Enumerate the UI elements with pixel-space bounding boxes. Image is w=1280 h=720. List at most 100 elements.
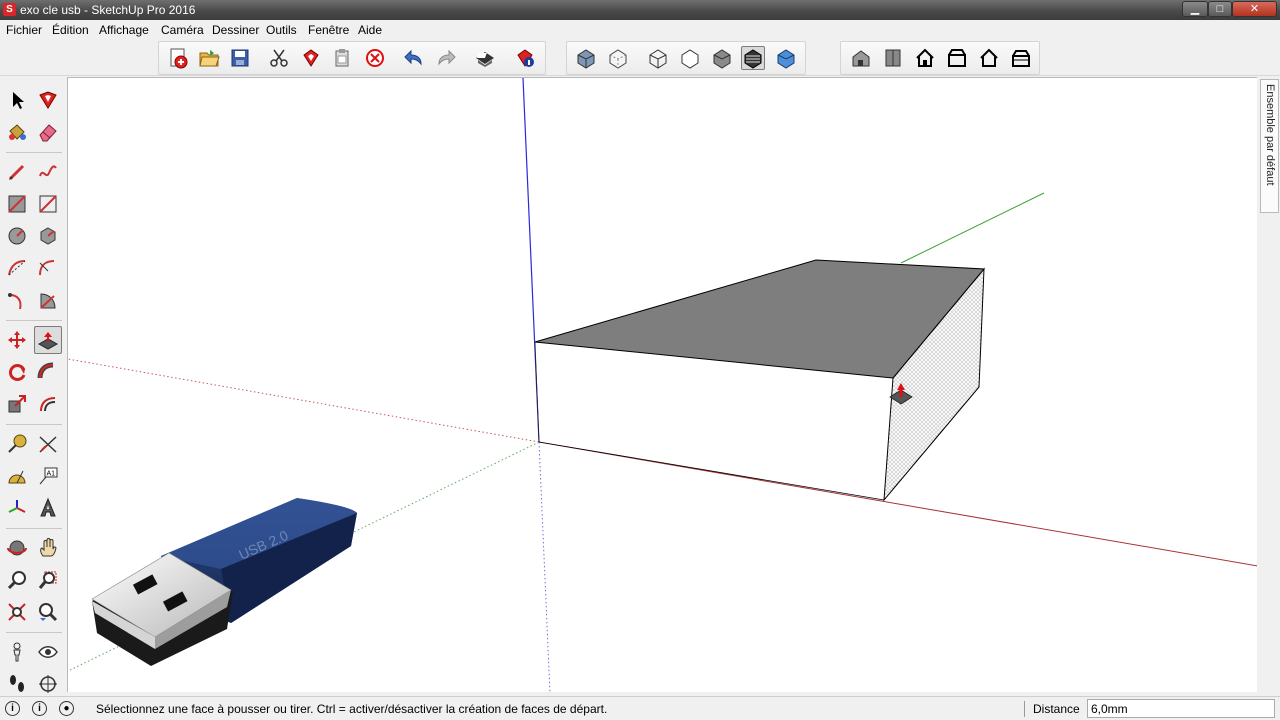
save-icon[interactable] xyxy=(228,46,252,70)
copy-icon[interactable] xyxy=(299,46,323,70)
cut-icon[interactable] xyxy=(267,46,291,70)
right-view-icon[interactable] xyxy=(945,46,969,70)
iso-view-icon[interactable] xyxy=(849,46,873,70)
red-axis-negative xyxy=(68,358,540,443)
rotated-rectangle-icon[interactable] xyxy=(34,190,62,218)
zoom-tool-icon[interactable] xyxy=(3,566,31,594)
window-title: exo cle usb - SketchUp Pro 2016 xyxy=(20,3,196,17)
xray-style-icon[interactable] xyxy=(574,46,598,70)
erase-delete-icon[interactable] xyxy=(363,46,387,70)
top-view-icon[interactable] xyxy=(881,46,905,70)
rotate-tool-icon[interactable] xyxy=(3,358,31,386)
offset-tool-icon[interactable] xyxy=(34,390,62,418)
section-plane-icon[interactable] xyxy=(34,670,62,698)
new-file-icon[interactable] xyxy=(166,46,190,70)
left-view-icon[interactable] xyxy=(1009,46,1033,70)
previous-view-icon[interactable] xyxy=(34,598,62,626)
status-bar: i i ● Sélectionnez une face à pousser ou… xyxy=(0,696,1280,720)
redo-icon[interactable] xyxy=(434,46,458,70)
menu-dessiner[interactable]: Dessiner xyxy=(212,23,259,37)
tray-tab[interactable]: Ensemble par défaut xyxy=(1260,79,1279,213)
back-edges-style-icon[interactable] xyxy=(606,46,630,70)
print-icon[interactable] xyxy=(473,46,497,70)
position-camera-icon[interactable] xyxy=(3,638,31,666)
eraser-icon[interactable] xyxy=(34,118,62,146)
rectangle-tool-icon[interactable] xyxy=(3,190,31,218)
paint-bucket-icon[interactable] xyxy=(3,118,31,146)
maximize-button[interactable]: □ xyxy=(1208,1,1232,17)
title-bar: S exo cle usb - SketchUp Pro 2016 ▁ □ ✕ xyxy=(0,0,1280,20)
minimize-button[interactable]: ▁ xyxy=(1182,1,1208,17)
arc-tool-icon[interactable] xyxy=(3,254,31,282)
measurement-label: Distance xyxy=(1033,702,1080,716)
menu-fichier[interactable]: Fichier xyxy=(6,23,42,37)
tool-separator xyxy=(6,152,62,153)
pan-tool-icon[interactable] xyxy=(34,534,62,562)
shaded-style-icon[interactable] xyxy=(710,46,734,70)
paste-icon[interactable] xyxy=(330,46,354,70)
main-toolbar xyxy=(0,40,1280,76)
tool-separator xyxy=(6,528,62,529)
3d-text-icon[interactable] xyxy=(34,494,62,522)
line-tool-icon[interactable] xyxy=(3,158,31,186)
pie-tool-icon[interactable] xyxy=(34,286,62,314)
model-info-icon[interactable] xyxy=(513,46,537,70)
sketchup-window: S exo cle usb - SketchUp Pro 2016 ▁ □ ✕ … xyxy=(0,0,1280,720)
tool-separator xyxy=(6,424,62,425)
open-folder-icon[interactable] xyxy=(197,46,221,70)
zoom-window-icon[interactable] xyxy=(34,566,62,594)
push-pull-tool-icon[interactable] xyxy=(34,326,62,354)
green-axis xyxy=(900,192,1045,264)
menu-edition[interactable]: Édition xyxy=(52,23,89,37)
make-component-icon[interactable] xyxy=(34,86,62,114)
menu-affichage[interactable]: Affichage xyxy=(99,23,149,37)
shaded-textures-style-icon[interactable] xyxy=(741,46,765,70)
scene-canvas[interactable]: USB 2.0 xyxy=(68,78,1257,692)
dimension-tool-icon[interactable] xyxy=(34,430,62,458)
polygon-tool-icon[interactable] xyxy=(34,222,62,250)
blue-axis-negative xyxy=(538,441,551,692)
menu-fenetre[interactable]: Fenêtre xyxy=(308,23,349,37)
measurement-input[interactable]: 6,0mm xyxy=(1087,699,1275,718)
credits-status-icon[interactable]: i xyxy=(32,701,47,716)
protractor-icon[interactable] xyxy=(3,462,31,490)
two-point-arc-icon[interactable] xyxy=(34,254,62,282)
tool-separator xyxy=(6,632,62,633)
sketchup-app-icon: S xyxy=(3,3,16,16)
three-point-arc-icon[interactable] xyxy=(3,286,31,314)
usb-stick-image: USB 2.0 xyxy=(91,498,357,666)
freehand-tool-icon[interactable] xyxy=(34,158,62,186)
wireframe-style-icon[interactable] xyxy=(646,46,670,70)
default-tray: Ensemble par défaut xyxy=(1258,77,1280,692)
text-tool-icon[interactable]: A1 xyxy=(34,462,62,490)
drawing-viewport[interactable]: USB 2.0 xyxy=(67,77,1257,692)
follow-me-tool-icon[interactable] xyxy=(34,358,62,386)
select-tool-icon[interactable] xyxy=(3,86,31,114)
close-button[interactable]: ✕ xyxy=(1232,1,1277,17)
status-message: Sélectionnez une face à pousser ou tirer… xyxy=(96,702,608,716)
monochrome-style-icon[interactable] xyxy=(774,46,798,70)
svg-text:A1: A1 xyxy=(47,471,56,478)
geolocation-status-icon[interactable]: i xyxy=(5,701,20,716)
axes-tool-icon[interactable] xyxy=(3,494,31,522)
move-tool-icon[interactable] xyxy=(3,326,31,354)
walk-tool-icon[interactable] xyxy=(3,670,31,698)
instructor-status-icon[interactable]: ● xyxy=(59,701,74,716)
tool-separator xyxy=(6,320,62,321)
circle-tool-icon[interactable] xyxy=(3,222,31,250)
zoom-extents-icon[interactable] xyxy=(3,598,31,626)
front-view-icon[interactable] xyxy=(913,46,937,70)
tape-measure-icon[interactable] xyxy=(3,430,31,458)
menu-bar: Fichier Édition Affichage Caméra Dessine… xyxy=(0,20,1280,40)
vcb-separator xyxy=(1024,701,1025,717)
scale-tool-icon[interactable] xyxy=(3,390,31,418)
menu-outils[interactable]: Outils xyxy=(266,23,297,37)
menu-camera[interactable]: Caméra xyxy=(161,23,204,37)
hidden-line-style-icon[interactable] xyxy=(678,46,702,70)
undo-icon[interactable] xyxy=(402,46,426,70)
tool-palette: A1 xyxy=(0,77,67,693)
back-view-icon[interactable] xyxy=(977,46,1001,70)
menu-aide[interactable]: Aide xyxy=(358,23,382,37)
look-around-icon[interactable] xyxy=(34,638,62,666)
orbit-tool-icon[interactable] xyxy=(3,534,31,562)
